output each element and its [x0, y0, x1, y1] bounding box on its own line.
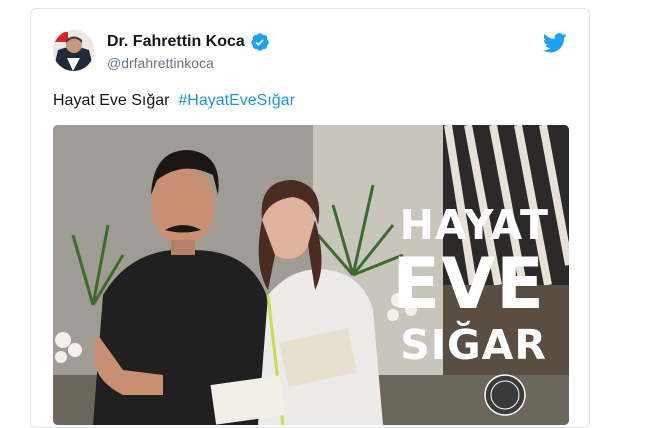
- display-name[interactable]: Dr. Fahrettin Koca: [107, 33, 245, 51]
- overlay-text-eve: EVE: [392, 243, 545, 325]
- tweet-body: Hayat Eve Sığar: [53, 92, 170, 109]
- tweet-photo[interactable]: HAYAT EVE SIĞAR: [53, 125, 569, 425]
- user-handle[interactable]: @drfahrettinkoca: [107, 55, 214, 71]
- verified-badge-icon: [250, 32, 270, 52]
- twitter-bird-icon[interactable]: [542, 33, 567, 53]
- avatar[interactable]: [53, 30, 94, 71]
- overlay-text-hayat: HAYAT: [399, 201, 549, 249]
- hashtag-link[interactable]: #HayatEveSığar: [178, 92, 295, 109]
- tweet-text: Hayat Eve Sığar #HayatEveSığar: [53, 92, 295, 110]
- overlay-text-sigar: SIĞAR: [400, 321, 547, 369]
- tweet-card[interactable]: Dr. Fahrettin Koca @drfahrettinkoca Haya…: [30, 8, 590, 428]
